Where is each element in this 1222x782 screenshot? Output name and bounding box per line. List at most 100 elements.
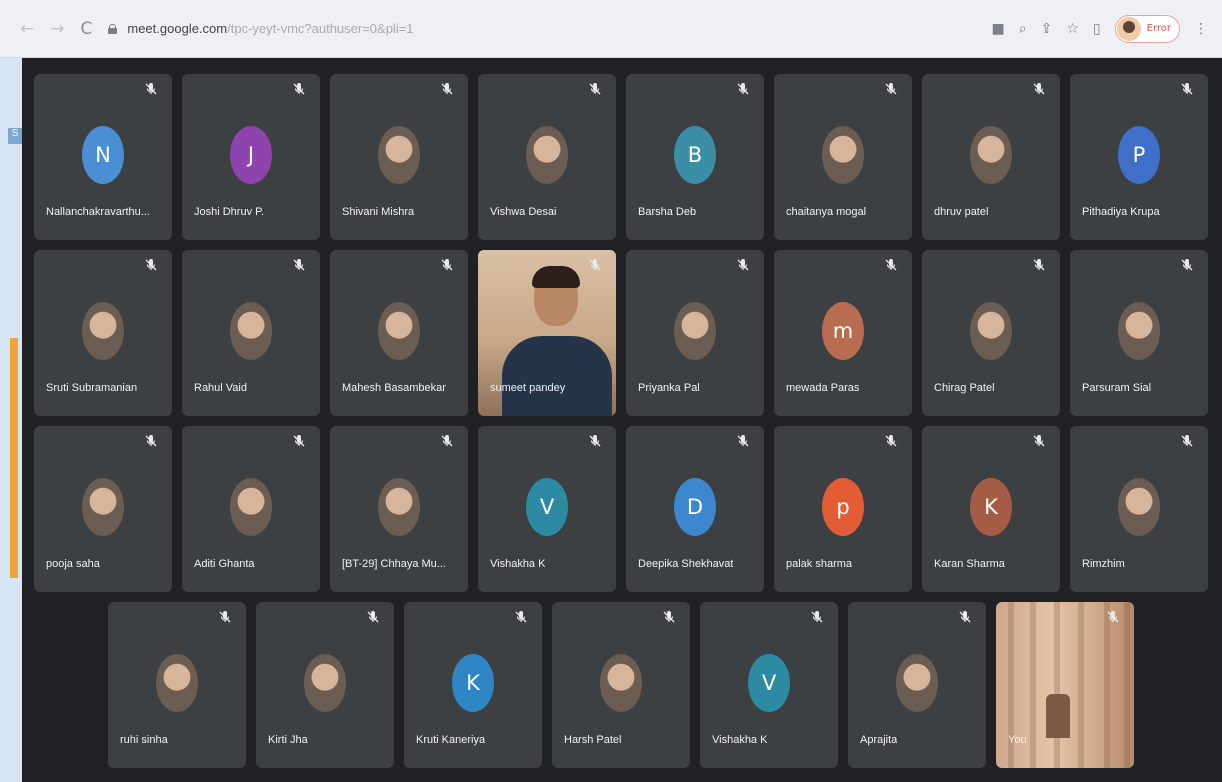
avatar [230,478,272,536]
self-video-chair [1046,694,1070,738]
participant-name: Vishakha K [712,734,768,746]
camera-icon[interactable]: ■ [992,21,1005,37]
participant-tile[interactable]: P Pithadiya Krupa [1070,74,1208,240]
avatar: p [822,478,864,536]
participant-name: You [1008,734,1027,746]
participant-tile[interactable]: Harsh Patel [552,602,690,768]
zoom-icon[interactable]: ⌕ [1019,21,1027,37]
participant-tile[interactable]: Shivani Mishra [330,74,468,240]
participant-tile[interactable]: sumeet pandey [478,250,616,416]
participant-tile[interactable]: V Vishakha K [700,602,838,768]
address-bar[interactable]: meet.google.com/tpc-yeyt-vmc?authuser=0&… [108,21,991,36]
participant-tile[interactable]: Chirag Patel [922,250,1060,416]
mic-off-icon [958,610,972,624]
participant-name: ruhi sinha [120,734,168,746]
participant-tile[interactable]: V Vishakha K [478,426,616,592]
participant-tile[interactable]: N Nallanchakravarthu... [34,74,172,240]
mic-off-icon [588,82,602,96]
avatar [156,654,198,712]
participant-name: palak sharma [786,558,853,570]
mic-off-icon [1032,434,1046,448]
mic-off-icon [1032,82,1046,96]
reload-icon[interactable]: C [81,19,93,39]
lock-icon [108,23,118,34]
menu-icon[interactable]: ⋮ [1194,21,1208,37]
side-panel-icon[interactable]: ▯ [1093,21,1101,37]
video-feed-hair [532,266,580,288]
avatar [1116,16,1141,41]
mic-off-icon [440,434,454,448]
participant-tile[interactable]: Mahesh Basambekar [330,250,468,416]
participant-name: Kirti Jha [268,734,308,746]
participant-tile[interactable]: Aditi Ghanta [182,426,320,592]
participant-name: chaitanya mogal [786,206,867,218]
participant-tile[interactable]: pooja saha [34,426,172,592]
avatar: V [748,654,790,712]
mic-off-icon [662,610,676,624]
forward-icon[interactable]: → [50,19,64,39]
self-video-curtain [1054,602,1060,768]
self-video-curtain [1030,602,1036,768]
avatar: K [452,654,494,712]
star-icon[interactable]: ☆ [1066,21,1079,37]
participant-name: Harsh Patel [564,734,622,746]
participant-name: Nallanchakravarthu... [46,206,150,218]
participant-name: Aditi Ghanta [194,558,255,570]
participant-tile[interactable]: Sruti Subramanian [34,250,172,416]
participant-tile[interactable]: Kirti Jha [256,602,394,768]
participant-name: Chirag Patel [934,382,995,394]
mic-off-icon [292,82,306,96]
participant-tile[interactable]: Parsuram Sial [1070,250,1208,416]
avatar [304,654,346,712]
url-path: /tpc-yeyt-vmc?authuser=0&pli=1 [227,21,414,36]
participant-tile[interactable]: J Joshi Dhruv P. [182,74,320,240]
url-host: meet.google.com [127,21,228,36]
mic-off-icon [292,258,306,272]
avatar [82,302,124,360]
mic-off-icon [292,434,306,448]
participant-tile[interactable]: m mewada Paras [774,250,912,416]
avatar [1118,478,1160,536]
mic-off-icon [736,258,750,272]
participant-tile[interactable]: K Karan Sharma [922,426,1060,592]
background-window-strip: S [0,58,22,782]
participant-tile[interactable]: Rimzhim [1070,426,1208,592]
participant-tile[interactable]: Rahul Vaid [182,250,320,416]
participant-tile[interactable]: D Deepika Shekhavat [626,426,764,592]
self-video-curtain [1078,602,1084,768]
participant-name: Sruti Subramanian [46,382,138,394]
participant-tile[interactable]: ruhi sinha [108,602,246,768]
mic-off-icon [1180,434,1194,448]
background-accent-bar [10,338,18,578]
mic-off-icon [144,434,158,448]
participant-tile[interactable]: [BT-29] Chhaya Mu... [330,426,468,592]
mic-off-icon [736,434,750,448]
mic-off-icon [884,434,898,448]
participant-tile[interactable]: Aprajita [848,602,986,768]
avatar: J [230,126,272,184]
profile-button[interactable]: Error [1114,14,1180,43]
participant-tile[interactable]: p palak sharma [774,426,912,592]
self-video-curtain [1104,602,1110,768]
avatar [674,302,716,360]
back-icon[interactable]: ← [20,19,34,39]
participant-tile[interactable]: K Kruti Kaneriya [404,602,542,768]
share-icon[interactable]: ⇪ [1041,21,1053,37]
avatar: P [1118,126,1160,184]
mic-off-icon [440,258,454,272]
participant-tile[interactable]: dhruv patel [922,74,1060,240]
mic-off-icon [588,258,602,272]
avatar [378,302,420,360]
mic-off-icon [440,82,454,96]
participant-tile[interactable]: You [996,602,1134,768]
participant-tile[interactable]: Vishwa Desai [478,74,616,240]
participant-name: sumeet pandey [490,382,566,394]
participant-name: Deepika Shekhavat [638,558,734,570]
avatar: m [822,302,864,360]
participant-name: Parsuram Sial [1082,382,1152,394]
participant-tile[interactable]: B Barsha Deb [626,74,764,240]
participant-tile[interactable]: Priyanka Pal [626,250,764,416]
participant-tile[interactable]: chaitanya mogal [774,74,912,240]
participant-name: Rimzhim [1082,558,1125,570]
avatar [600,654,642,712]
